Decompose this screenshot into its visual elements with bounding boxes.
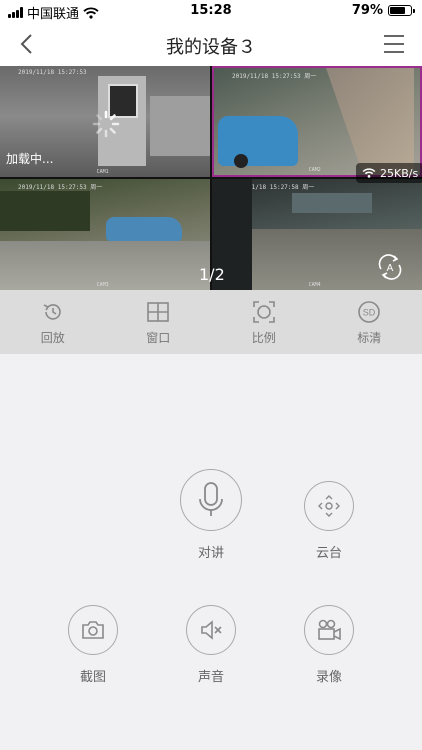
wall-shape [150,96,210,156]
history-icon [43,304,61,320]
wifi-icon [362,168,376,178]
taxi-shape [218,116,298,166]
sound-button[interactable] [186,605,236,655]
loading-spinner-icon [92,110,120,138]
video-camera-icon [318,619,341,641]
grid-window-icon [147,302,170,322]
ptz-direction-icon [318,495,340,517]
speed-value: 25KB/s [380,166,419,180]
record-label: 录像 [315,670,342,685]
screenshot-label: 截图 [79,670,106,685]
tile-cam-label: CAM4 [308,282,321,288]
window-label: 窗口 [146,331,171,345]
network-speed-badge: 25KB/s [356,163,422,183]
aspect-ratio-icon [252,301,275,323]
loading-text: 加载中... [6,152,54,166]
ptz-control: 云台 [304,481,354,561]
aspect-ratio-label: 比例 [251,331,276,345]
video-tile-3[interactable]: 2019/11/18 15:27:53 周一 CAM3 [0,179,210,290]
camera-icon [82,621,104,639]
tile-timestamp: 2019/11/18 15:27:53 周一 [232,73,317,80]
taxi-shape [106,217,182,241]
control-panel: 对讲 云台 截图 声音 录像 [0,354,422,750]
intercom-button[interactable] [180,469,242,531]
tile-timestamp: 2019/11/18 15:27:53 [18,69,87,76]
tile-cam-label: CAM2 [308,167,321,173]
trees-shape [0,191,90,231]
status-bar: 中国联通 15:28 79% [0,0,422,22]
building-shape [292,193,372,213]
speaker-mute-icon [201,620,222,640]
video-grid: 2019/11/18 15:27:53 CAM1 2019/11/18 15:2… [0,66,422,340]
screenshot-control: 截图 [68,605,118,685]
hamburger-menu-icon[interactable] [382,32,406,56]
video-toolbar: 回放 窗口 比例 SD 标清 [0,290,422,354]
wheel-shape [234,154,248,168]
quality-label: 标清 [357,331,382,345]
ptz-button[interactable] [304,481,354,531]
sound-control: 声音 [186,605,236,685]
auto-rotate-icon[interactable]: A [376,253,404,281]
sd-quality-icon: SD [358,301,381,323]
page-indicator: 1/2 [199,265,225,284]
page-title: 我的设备３ [166,37,256,58]
navigation-bar: 我的设备３ [0,22,422,66]
intercom-control: 对讲 [180,469,242,561]
sidewalk-shape [326,68,414,175]
tile-timestamp: 2019/11/18 15:27:53 周一 [18,184,103,191]
svg-text:SD: SD [363,308,376,318]
intercom-label: 对讲 [197,546,224,561]
screenshot-button[interactable] [68,605,118,655]
tile-cam-label: CAM3 [96,282,109,288]
video-tile-2[interactable]: 2019/11/18 15:27:53 周一 CAM2 [212,66,422,177]
battery-percent: 79% [351,3,383,18]
playback-label: 回放 [40,331,65,345]
aspect-ratio-button[interactable]: 比例 [211,290,317,354]
battery-icon [388,5,415,16]
tile-cam-label: CAM1 [96,169,109,175]
svg-text:A: A [387,263,394,274]
ptz-label: 云台 [315,546,342,561]
record-control: 录像 [304,605,354,685]
playback-button[interactable]: 回放 [0,290,106,354]
window-layout-button[interactable]: 窗口 [106,290,212,354]
record-button[interactable] [304,605,354,655]
sound-label: 声音 [197,670,224,685]
quality-button[interactable]: SD 标清 [317,290,422,354]
microphone-icon [199,482,223,516]
